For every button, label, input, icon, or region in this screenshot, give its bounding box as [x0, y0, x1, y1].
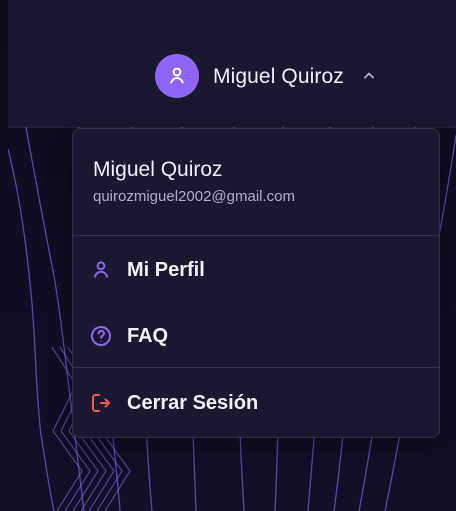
- menu-item-logout[interactable]: Cerrar Sesión: [89, 383, 423, 423]
- chevron-up-icon[interactable]: [360, 67, 378, 85]
- question-circle-icon: [89, 324, 113, 348]
- user-icon: [170, 67, 184, 84]
- dropdown-menu-section: Mi Perfil FAQ: [73, 236, 439, 368]
- dropdown-user-email: quirozmiguel2002@gmail.com: [93, 188, 295, 206]
- menu-item-faq[interactable]: FAQ: [89, 316, 423, 356]
- avatar[interactable]: [155, 54, 199, 98]
- menu-item-label[interactable]: Cerrar Sesión: [127, 392, 258, 415]
- logout-icon: [89, 391, 113, 415]
- menu-item-label[interactable]: Mi Perfil: [127, 259, 205, 282]
- user-dropdown-menu: Miguel Quiroz quirozmiguel2002@gmail.com…: [72, 128, 440, 438]
- dropdown-user-name: Miguel Quiroz: [93, 158, 223, 181]
- user-icon: [89, 258, 113, 282]
- user-name[interactable]: Miguel Quiroz: [213, 66, 344, 87]
- menu-item-profile[interactable]: Mi Perfil: [89, 250, 423, 290]
- app-screen: Miguel Quiroz Miguel Quiroz quirozmiguel…: [0, 0, 456, 511]
- dropdown-header: Miguel Quiroz quirozmiguel2002@gmail.com: [73, 129, 439, 236]
- menu-item-label[interactable]: FAQ: [127, 325, 168, 348]
- user-menu-trigger[interactable]: Miguel Quiroz: [155, 54, 378, 98]
